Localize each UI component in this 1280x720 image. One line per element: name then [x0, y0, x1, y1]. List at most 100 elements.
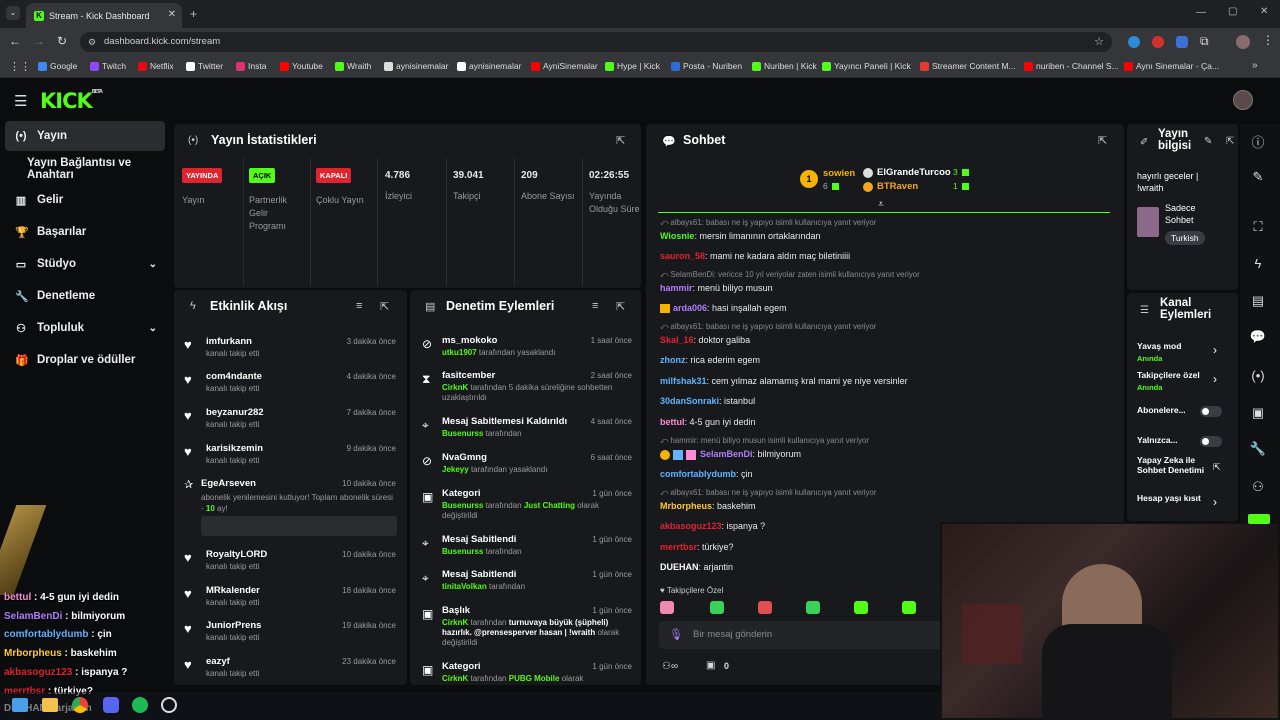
chat-username[interactable]: merrtbsr [660, 542, 697, 552]
tab-close-icon[interactable]: ✕ [168, 9, 176, 20]
chat-username[interactable]: comfortablydumb [660, 469, 736, 479]
browser-menu-icon[interactable]: ⋮ [1262, 33, 1274, 47]
mod-actor[interactable]: CirknK [442, 674, 468, 683]
follower-name[interactable]: imfurkann [206, 336, 252, 347]
obs-icon[interactable] [161, 697, 177, 713]
lightning-icon[interactable]: ϟ [1240, 248, 1276, 278]
chat-username[interactable]: Skal_16 [660, 335, 694, 345]
bookmark-item[interactable]: Twitch [90, 61, 126, 71]
sidebar-item[interactable]: 🔧 Denetleme [5, 281, 165, 311]
emote-icon[interactable] [806, 601, 820, 614]
chat-username[interactable]: DUEHAN [660, 562, 699, 572]
chat-username[interactable]: 30danSonraki [660, 396, 719, 406]
collapse-leaderboard-icon[interactable]: ⩡ [878, 199, 884, 210]
chevron-right-icon[interactable]: › [1213, 495, 1217, 509]
subscriber-name[interactable]: EgeArseven [201, 478, 256, 489]
apps-grid-icon[interactable]: ⋮⋮ [9, 60, 31, 73]
document-icon[interactable]: ▤ [1240, 286, 1276, 316]
bookmark-item[interactable]: aynisinemalar [384, 61, 448, 71]
bookmark-item[interactable]: Streamer Content M... [920, 61, 1016, 71]
back-icon[interactable]: ← [9, 34, 21, 48]
chevron-right-icon[interactable]: › [1213, 372, 1217, 386]
chat-username[interactable]: Mrborpheus [660, 501, 712, 511]
chevron-down-icon[interactable]: ⌄ [149, 259, 157, 270]
emote-icon[interactable] [660, 601, 674, 614]
leader-name[interactable]: ElGrandeTurcoo [877, 167, 951, 178]
broadcast-icon[interactable]: (•) [1240, 360, 1276, 390]
toggle-switch[interactable] [1200, 436, 1222, 447]
bookmark-item[interactable]: Hype | Kick [605, 61, 660, 71]
channel-action-label[interactable]: Yavaş mod [1137, 341, 1215, 351]
window-close-icon[interactable]: ✕ [1260, 6, 1268, 17]
chrome-icon[interactable] [72, 697, 88, 713]
bookmark-item[interactable]: Google [38, 61, 77, 71]
mod-actor[interactable]: tinitaVolkan [442, 582, 487, 591]
edit-icon[interactable]: ✎ [1204, 136, 1212, 147]
extension-icon[interactable] [1152, 36, 1164, 48]
user-avatar[interactable] [1233, 90, 1253, 110]
bookmark-item[interactable]: aynisinemalar [457, 61, 521, 71]
save-icon[interactable]: ▣ [1240, 398, 1276, 428]
file-explorer-icon[interactable] [42, 698, 58, 712]
chat-username[interactable]: akbasoguz123 [660, 521, 722, 531]
edit-icon[interactable]: ✎ [1240, 162, 1276, 192]
sidebar-item[interactable]: ⚇ Topluluk ⌄ [5, 313, 165, 343]
site-info-icon[interactable]: ⚙ [88, 32, 96, 52]
popout-icon[interactable]: ⇱ [380, 300, 389, 313]
fullscreen-icon[interactable]: ⛶ [1240, 212, 1276, 242]
url-input[interactable]: ⚙ dashboard.kick.com/stream ☆ [80, 32, 1112, 52]
follower-name[interactable]: beyzanur282 [206, 407, 264, 418]
emote-icon[interactable] [902, 601, 916, 614]
follower-name[interactable]: karisikzemin [206, 443, 263, 454]
chat-username[interactable]: bettul [660, 417, 685, 427]
bookmark-item[interactable]: Wraith [335, 61, 371, 71]
sidebar-item[interactable]: ▥ Gelir [5, 185, 165, 215]
mod-actor[interactable]: CirknK [442, 383, 468, 392]
mod-actor[interactable]: Busenurss [442, 429, 483, 438]
follower-name[interactable]: com4ndante [206, 371, 262, 382]
emote-icon[interactable] [758, 601, 772, 614]
external-link-icon[interactable]: ⇱ [1213, 462, 1221, 473]
bookmarks-more-icon[interactable]: » [1252, 60, 1258, 71]
leader-name[interactable]: sowien [823, 168, 855, 179]
browser-tab[interactable]: K Stream - Kick Dashboard ✕ [26, 3, 182, 28]
bookmark-item[interactable]: Youtube [280, 61, 323, 71]
mod-actor[interactable]: Busenurss [442, 547, 483, 556]
extension-icon[interactable] [1176, 36, 1188, 48]
bookmark-item[interactable]: Aynı Sinemalar - Ça... [1124, 61, 1219, 71]
wrench-icon[interactable]: 🔧 [1240, 434, 1276, 464]
discord-icon[interactable] [103, 697, 119, 713]
minimize-icon[interactable]: — [1196, 7, 1206, 18]
windows-start-icon[interactable] [12, 698, 28, 712]
users-icon[interactable]: ⚇ [1240, 472, 1276, 502]
chat-username[interactable]: zhonz [660, 355, 686, 365]
popout-icon[interactable]: ⇱ [1226, 136, 1234, 147]
tab-search-icon[interactable]: ⌄ [6, 6, 20, 20]
bookmark-item[interactable]: nuriben - Channel S... [1024, 61, 1119, 71]
chat-icon[interactable]: 💬 [1240, 322, 1276, 352]
chat-username[interactable]: SelamBenDi [700, 449, 753, 459]
filter-icon[interactable]: ≡ [356, 300, 362, 312]
bookmark-item[interactable]: Twitter [186, 61, 223, 71]
follower-name[interactable]: eazyf [206, 656, 230, 667]
follower-name[interactable]: RoyaltyLORD [206, 549, 267, 560]
filter-icon[interactable]: ≡ [592, 300, 598, 312]
bookmark-item[interactable]: Insta [236, 61, 266, 71]
sidebar-item[interactable]: (•) Yayın [5, 121, 165, 151]
spotify-icon[interactable] [132, 697, 148, 713]
popout-icon[interactable]: ⇱ [616, 134, 625, 147]
chat-username[interactable]: Wiosnie [660, 231, 694, 241]
sidebar-item[interactable]: 🎁 Droplar ve ödüller [5, 345, 165, 375]
users-settings-icon[interactable]: ⚇∞ [662, 661, 678, 672]
bookmark-item[interactable]: Posta - Nuriben [671, 61, 742, 71]
chevron-down-icon[interactable]: ⌄ [149, 323, 157, 334]
mod-actor[interactable]: utku1907 [442, 348, 477, 357]
follower-name[interactable]: JuniorPrens [206, 620, 261, 631]
forward-icon[interactable]: → [33, 34, 45, 48]
extension-icon[interactable] [1128, 36, 1140, 48]
popout-icon[interactable]: ⇱ [1098, 134, 1107, 147]
bookmark-item[interactable]: Nuriben | Kick [752, 61, 817, 71]
bookmark-item[interactable]: AyniSinemalar [531, 61, 598, 71]
emote-icon[interactable] [710, 601, 724, 614]
kick-logo[interactable]: KICKBETA [40, 89, 103, 113]
